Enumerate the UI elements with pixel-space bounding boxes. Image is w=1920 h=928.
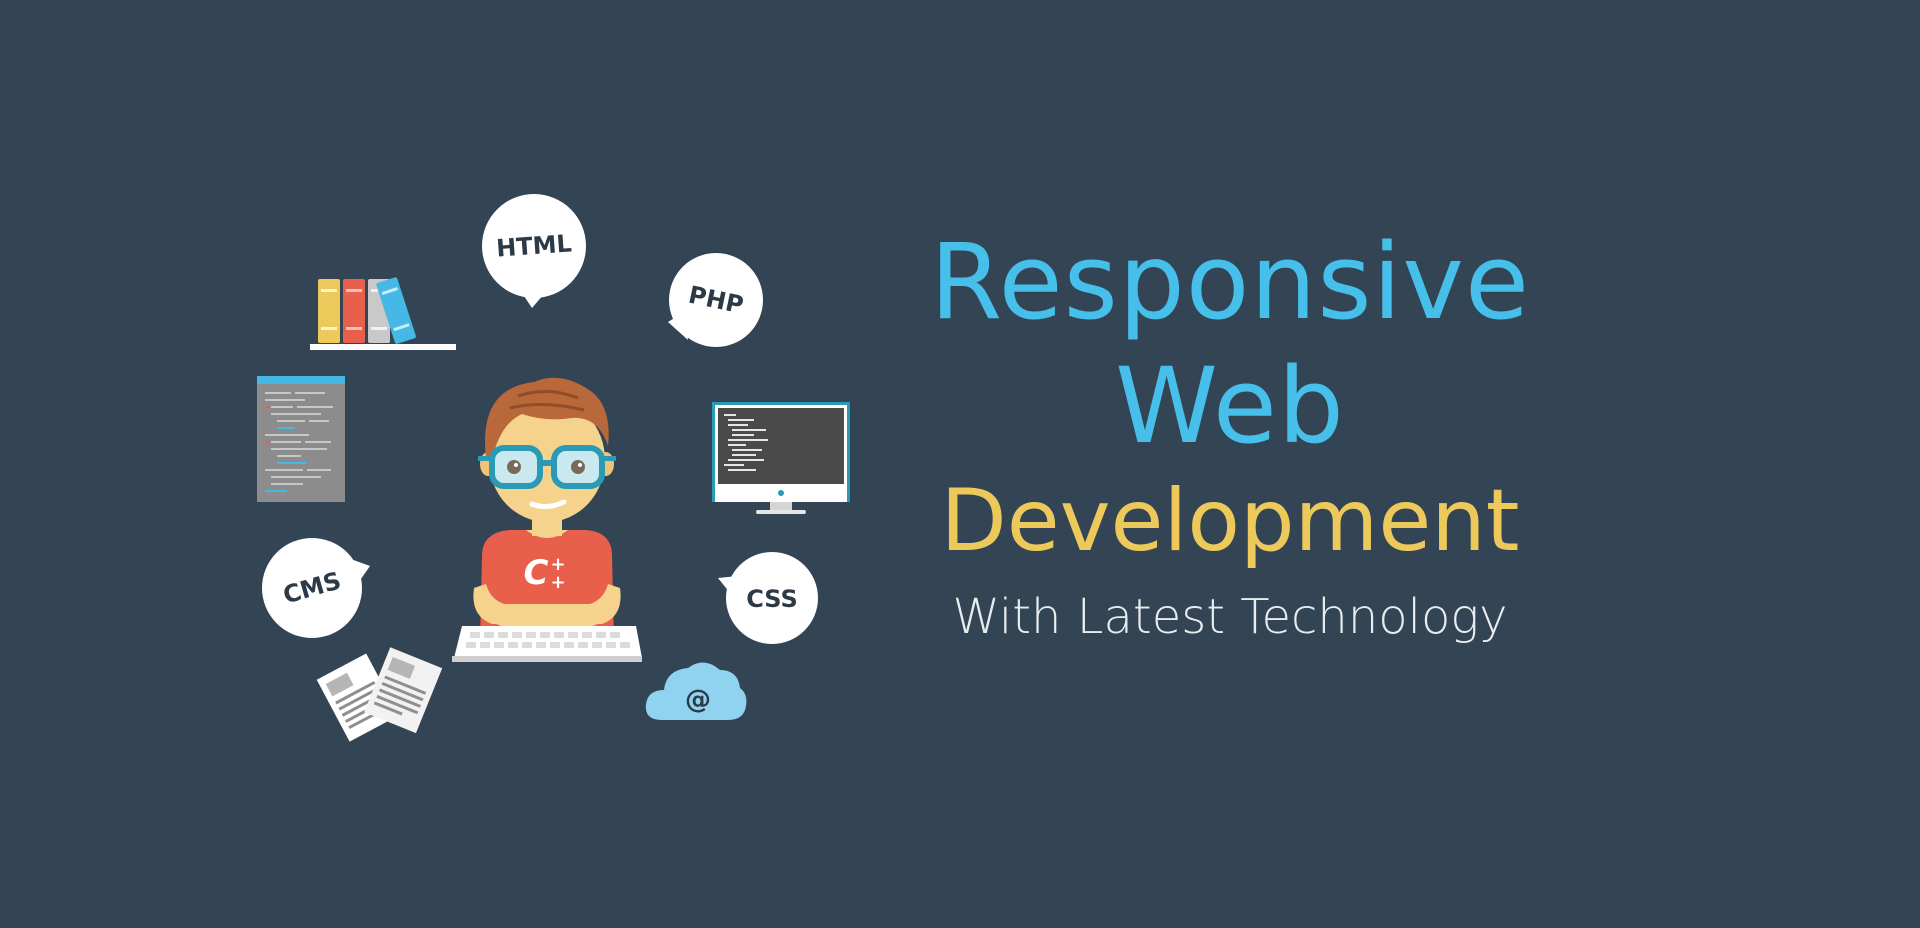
code-document-icon xyxy=(257,376,345,502)
cms-bubble-icon: CMS xyxy=(262,538,370,638)
developer-illustration: HTML PHP CMS CSS @ C + + xyxy=(240,180,880,760)
headline-responsive: Responsive xyxy=(930,221,1530,343)
html-bubble-label: HTML xyxy=(495,229,572,262)
shirt-logo-plus-bottom: + xyxy=(550,572,565,593)
php-bubble-icon: PHP xyxy=(668,253,763,347)
books-icon xyxy=(310,277,456,350)
cloud-email-label: @ xyxy=(685,685,711,715)
headline: Responsive Web Development With Latest T… xyxy=(900,220,1560,652)
shirt-logo-letter: C xyxy=(524,553,549,593)
hero-banner: HTML PHP CMS CSS @ C + + Responsive Web … xyxy=(0,0,1920,928)
developer-character-icon: C + + xyxy=(452,377,642,662)
cloud-email-icon: @ xyxy=(645,662,747,720)
headline-tagline: With Latest Technology xyxy=(952,589,1508,645)
headline-web: Web xyxy=(1115,345,1345,467)
html-bubble-icon: HTML xyxy=(482,194,586,308)
headline-development: Development xyxy=(940,471,1520,571)
papers-icon xyxy=(316,647,443,742)
css-bubble-icon: CSS xyxy=(718,552,818,644)
css-bubble-label: CSS xyxy=(746,585,798,613)
monitor-icon xyxy=(712,402,850,514)
